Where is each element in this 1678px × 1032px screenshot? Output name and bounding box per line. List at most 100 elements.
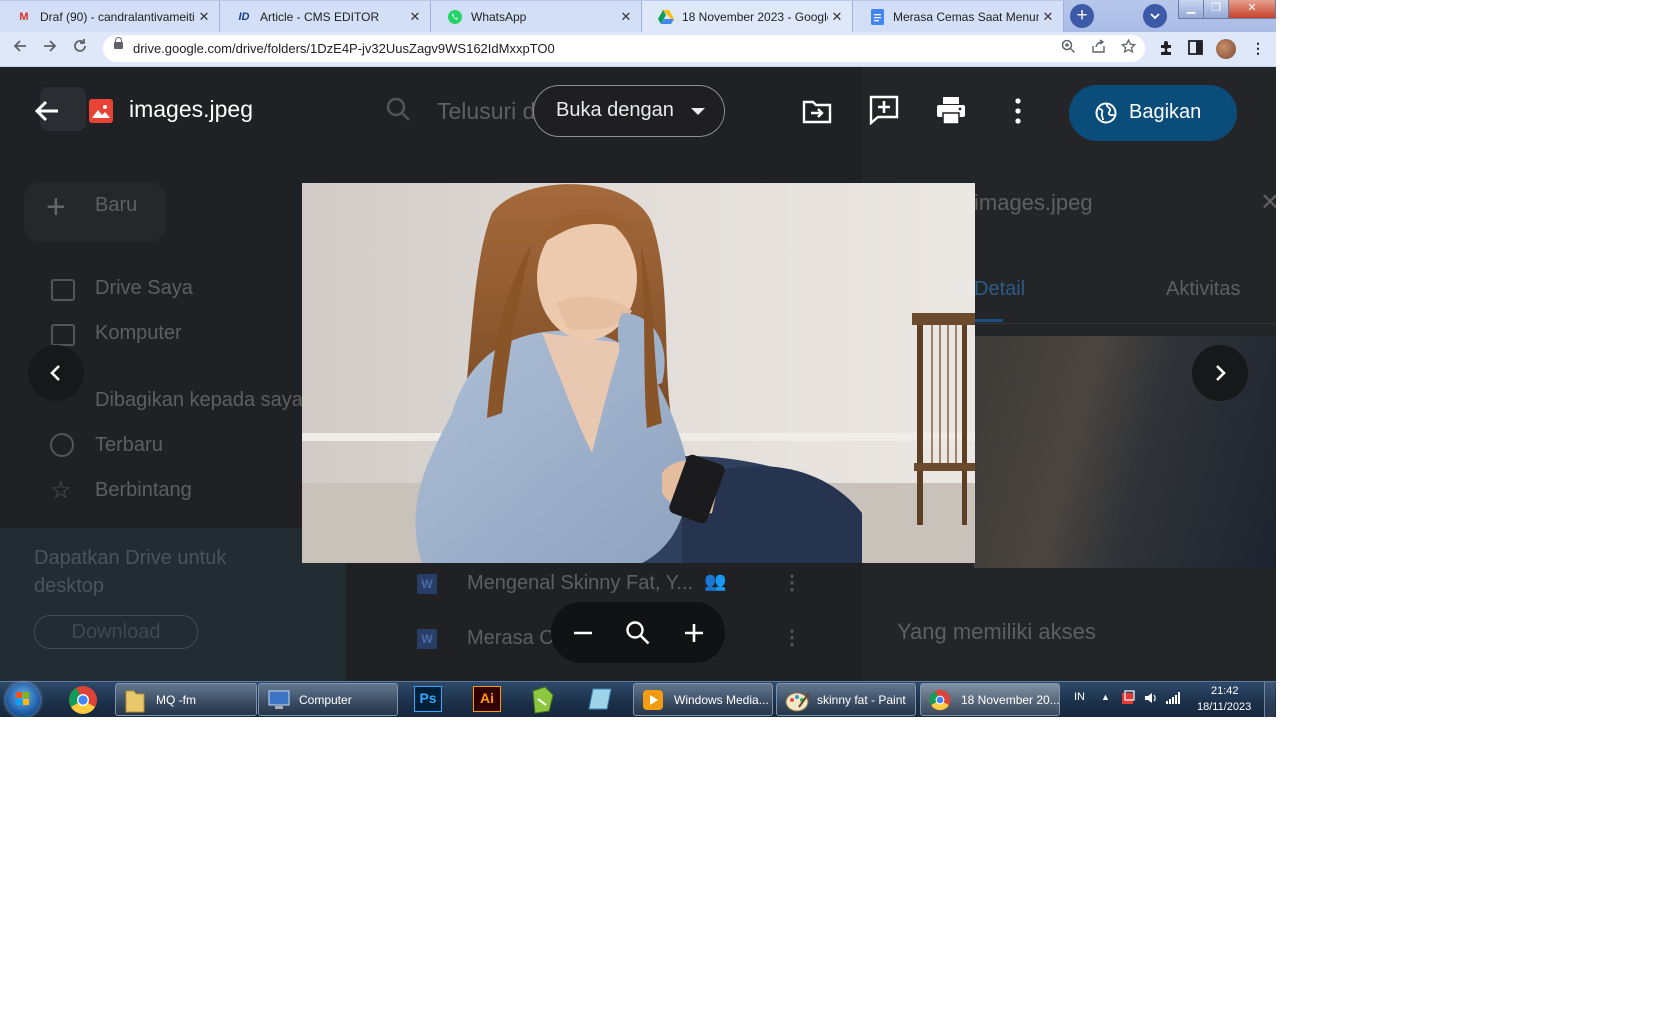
zoom-in-icon[interactable] [683, 622, 705, 644]
volume-icon[interactable] [1144, 691, 1158, 708]
window-close-button[interactable]: ✕ [1228, 0, 1276, 19]
details-tab-detail[interactable]: Detail [974, 278, 1025, 301]
whatsapp-icon [447, 9, 463, 25]
back-arrow-icon[interactable] [32, 96, 62, 126]
gmail-icon: M [19, 10, 29, 23]
cms-icon: ID [238, 10, 250, 23]
show-desktop-button[interactable] [1264, 682, 1275, 717]
browser-toolbar: drive.google.com/drive/folders/1DzE4P-jv… [0, 32, 1276, 67]
nav-my-drive[interactable]: Drive Saya [95, 277, 193, 300]
lock-icon[interactable] [114, 37, 123, 49]
tab-search-button[interactable] [1143, 4, 1167, 28]
tab-close-icon[interactable]: ✕ [406, 9, 424, 25]
start-button[interactable] [6, 683, 40, 717]
clock-date[interactable]: 18/11/2023 [1197, 701, 1251, 713]
zoom-out-icon[interactable] [572, 622, 594, 644]
share-button[interactable]: Bagikan [1069, 85, 1237, 141]
taskbar-label: MQ -fm [156, 693, 196, 707]
language-indicator[interactable]: IN [1074, 691, 1085, 703]
taskbar-folder-mq[interactable]: MQ -fm [115, 683, 257, 716]
tab-title: 18 November 2023 - Google Drive [682, 9, 828, 24]
close-details-icon[interactable]: ✕ [1260, 188, 1276, 217]
open-with-label: Buka dengan [556, 99, 674, 121]
desktop-promo: Dapatkan Drive untuk desktop [0, 528, 346, 681]
new-tab-button[interactable]: + [1070, 4, 1094, 28]
computer-nav-icon [51, 324, 75, 346]
google-docs-icon [869, 8, 885, 25]
shared-icon: 👥 [704, 571, 727, 591]
plus-icon: + [46, 188, 66, 226]
nav-recent[interactable]: Terbaru [95, 434, 163, 457]
taskbar-computer[interactable]: Computer [258, 683, 398, 716]
tab-google-docs[interactable]: Merasa Cemas Saat Menunggu Balasan Chat … [853, 1, 1064, 32]
reload-icon[interactable] [72, 38, 88, 59]
star-icon: ☆ [50, 477, 72, 504]
chevron-right-icon [1216, 365, 1226, 381]
file-menu-icon[interactable]: ⋮ [782, 625, 802, 650]
file-name: images.jpeg [129, 96, 254, 122]
tab-cms-editor[interactable]: ID Article - CMS EDITOR ✕ [220, 1, 431, 32]
notepad-plus-icon[interactable] [529, 685, 559, 715]
access-heading: Yang memiliki akses [897, 619, 1096, 644]
tab-close-icon[interactable]: ✕ [195, 9, 213, 25]
taskbar-paint[interactable]: skinny fat - Paint [776, 683, 916, 716]
divider [974, 323, 1276, 324]
screen: M Draf (90) - candralantivameitika@gmail… [0, 0, 1276, 717]
open-with-button[interactable]: Buka dengan [533, 85, 725, 137]
back-nav-icon[interactable] [12, 38, 28, 59]
image-file-icon [89, 99, 113, 123]
my-drive-icon [51, 279, 75, 301]
nav-starred[interactable]: Berbintang [95, 479, 192, 502]
profile-avatar[interactable] [1216, 39, 1236, 59]
details-title: images.jpeg [974, 190, 1093, 215]
show-hidden-icons[interactable]: ▲ [1101, 692, 1110, 702]
security-tray-icon[interactable] [1121, 690, 1135, 709]
previous-image-button[interactable] [28, 345, 84, 401]
tab-title: Draf (90) - candralantivameitika@gmail.c… [40, 9, 195, 24]
side-panel-icon[interactable] [1188, 40, 1203, 58]
nav-computers[interactable]: Komputer [95, 322, 182, 345]
file-menu-icon[interactable]: ⋮ [782, 570, 802, 595]
taskbar-media-player[interactable]: Windows Media... [633, 683, 773, 716]
minimize-button[interactable]: ▁ [1178, 0, 1204, 19]
tab-indicator [974, 319, 1003, 322]
word-file-icon: W [417, 574, 437, 594]
chrome-menu-icon[interactable]: ⋮ [1251, 40, 1265, 57]
file-row-1[interactable]: Mengenal Skinny Fat, Y... [467, 572, 693, 595]
photoshop-icon[interactable]: Ps [414, 686, 442, 712]
tab-close-icon[interactable]: ✕ [828, 9, 846, 25]
nav-shared-with-me[interactable]: Dibagikan kepada saya [95, 389, 303, 412]
share-page-icon[interactable] [1091, 39, 1106, 57]
print-icon[interactable] [936, 96, 966, 126]
photo-illustration [302, 183, 975, 563]
network-signal-icon[interactable] [1166, 692, 1180, 707]
google-drive-icon [658, 9, 674, 25]
clock-icon [50, 433, 74, 457]
download-button[interactable]: Download [34, 615, 198, 649]
next-image-button[interactable] [1192, 345, 1248, 401]
tab-close-icon[interactable]: ✕ [1039, 9, 1057, 25]
tab-close-icon[interactable]: ✕ [617, 9, 635, 25]
illustrator-icon[interactable]: Ai [473, 686, 501, 712]
tab-whatsapp[interactable]: WhatsApp ✕ [431, 1, 642, 32]
word-file-icon: W [417, 629, 437, 649]
taskbar-chrome-window[interactable]: 18 November 20... [920, 683, 1060, 716]
image-preview[interactable] [302, 183, 975, 563]
clock-time[interactable]: 21:42 [1211, 685, 1239, 697]
chrome-icon[interactable] [68, 685, 98, 715]
extensions-icon[interactable] [1158, 40, 1174, 59]
zoom-reset-icon[interactable] [625, 620, 651, 646]
tab-google-drive[interactable]: 18 November 2023 - Google Drive ✕ [642, 1, 853, 32]
forward-nav-icon[interactable] [42, 38, 58, 59]
tab-title: Article - CMS EDITOR [260, 9, 380, 24]
notes-icon[interactable] [587, 685, 617, 715]
details-tab-activity[interactable]: Aktivitas [1166, 278, 1240, 301]
move-to-folder-icon[interactable] [802, 96, 832, 126]
bookmark-star-icon[interactable] [1120, 38, 1137, 57]
maximize-button[interactable]: ❐ [1203, 0, 1229, 19]
zoom-page-icon[interactable] [1061, 39, 1076, 57]
more-options-icon[interactable] [1003, 96, 1033, 126]
add-comment-icon[interactable] [869, 95, 899, 126]
address-bar[interactable]: drive.google.com/drive/folders/1DzE4P-jv… [103, 35, 1145, 62]
tab-gmail[interactable]: M Draf (90) - candralantivameitika@gmail… [0, 1, 220, 32]
